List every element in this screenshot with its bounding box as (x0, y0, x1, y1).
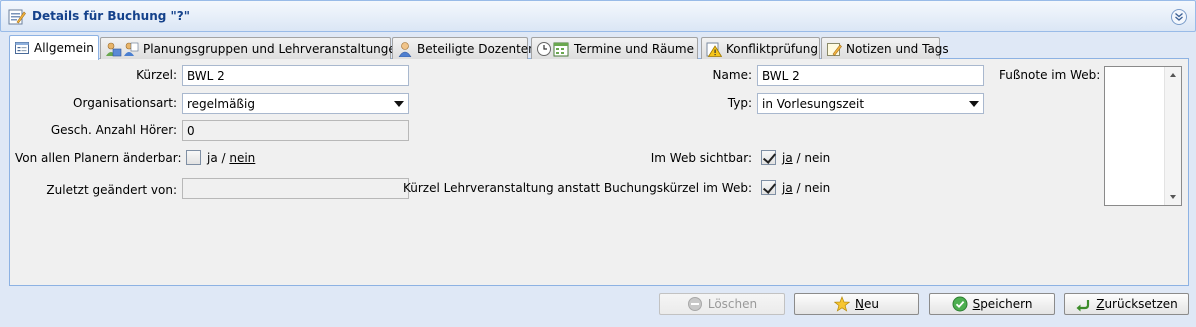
person-icon (398, 41, 412, 57)
aenderbar-label: Von allen Planern änderbar: (15, 151, 182, 165)
tab-label: Beteiligte Dozenten (417, 41, 536, 56)
loeschen-label: Löschen (707, 297, 758, 311)
chevron-down-icon (394, 101, 404, 107)
kuerzel-label: Kürzel: (136, 68, 177, 82)
typ-label: Typ: (727, 96, 752, 110)
web-sichtbar-label: Im Web sichtbar: (650, 151, 752, 165)
neu-label: Neu (855, 297, 879, 311)
star-icon (834, 296, 850, 312)
loeschen-button[interactable]: Löschen (659, 293, 785, 315)
tab-allgemein[interactable]: Allgemein (9, 35, 99, 60)
edit-form-icon (8, 9, 26, 25)
yes-option[interactable]: ja (207, 151, 218, 165)
yes-option[interactable]: ja (782, 181, 793, 195)
organisationsart-select[interactable]: regelmäßig (182, 93, 409, 114)
zuruecksetzen-label: Zurücksetzen (1096, 297, 1178, 311)
scrollbar[interactable] (1164, 67, 1181, 205)
undo-arrow-icon (1076, 300, 1090, 312)
speichern-label: Speichern (972, 297, 1033, 311)
web-sichtbar-yes-no: ja / nein (782, 151, 830, 165)
separator: / (792, 151, 805, 165)
zuruecksetzen-button[interactable]: Zurücksetzen (1064, 293, 1189, 315)
collapse-icon[interactable] (1171, 9, 1187, 25)
warning-icon (706, 42, 722, 57)
neu-button[interactable]: Neu (794, 293, 919, 315)
tab-termine[interactable]: Termine und Räume (531, 37, 698, 59)
speichern-button[interactable]: Speichern (929, 293, 1055, 315)
tab-konfliktpruefung[interactable]: Konfliktprüfung (701, 37, 820, 59)
kuerzel-lv-checkbox[interactable] (761, 180, 776, 195)
tab-bar: Allgemein Planungsgruppen und Lehrverans… (9, 35, 1189, 60)
kuerzel-lv-yes-no: ja / nein (782, 181, 830, 195)
form-icon (15, 42, 29, 54)
tab-dozenten[interactable]: Beteiligte Dozenten (392, 37, 536, 59)
fussnote-textarea[interactable] (1104, 66, 1182, 206)
yes-option[interactable]: ja (782, 151, 793, 165)
no-option[interactable]: nein (804, 181, 830, 195)
groups-icon (106, 42, 139, 56)
organisationsart-label: Organisationsart: (73, 96, 177, 110)
tab-label: Konfliktprüfung (726, 41, 818, 56)
separator: / (792, 181, 805, 195)
web-sichtbar-checkbox[interactable] (761, 150, 776, 165)
scroll-up-icon[interactable] (1170, 73, 1176, 77)
scroll-down-icon[interactable] (1170, 195, 1176, 199)
typ-select[interactable]: in Vorlesungszeit (757, 93, 984, 114)
no-option[interactable]: nein (804, 151, 830, 165)
tab-label: Planungsgruppen und Lehrveranstaltungen (143, 41, 404, 56)
aenderbar-yes-no: ja / nein (207, 151, 255, 165)
zuletzt-label: Zuletzt geändert von: (46, 183, 177, 197)
tab-label: Notizen und Tags (846, 41, 949, 56)
delete-icon (687, 297, 702, 311)
organisationsart-value: regelmäßig (187, 97, 255, 111)
window-titlebar: Details für Buchung "?" (0, 0, 1196, 32)
tab-label: Termine und Räume (574, 41, 694, 56)
checkmark-icon (952, 296, 968, 312)
no-option[interactable]: nein (229, 151, 255, 165)
tab-planungsgruppen[interactable]: Planungsgruppen und Lehrveranstaltungen (100, 37, 403, 59)
clock-calendar-icon (537, 41, 569, 56)
kuerzel-input[interactable]: BWL 2 (182, 65, 409, 86)
tab-notizen[interactable]: Notizen und Tags (821, 37, 949, 59)
aenderbar-checkbox[interactable] (186, 150, 201, 165)
name-input[interactable]: BWL 2 (757, 65, 984, 86)
window-title: Details für Buchung "?" (32, 9, 191, 23)
hoerer-label: Gesch. Anzahl Hörer: (50, 123, 177, 137)
note-icon (827, 42, 842, 56)
fussnote-label: Fußnote im Web: (999, 68, 1101, 82)
name-label: Name: (712, 68, 752, 82)
kuerzel-lv-label: Kürzel Lehrveranstaltung anstatt Buchung… (402, 181, 752, 195)
chevron-down-icon (969, 101, 979, 107)
hoerer-input[interactable]: 0 (182, 120, 409, 141)
zuletzt-input[interactable] (182, 178, 409, 199)
typ-value: in Vorlesungszeit (762, 97, 865, 111)
tab-label: Allgemein (34, 41, 94, 55)
separator: / (217, 151, 230, 165)
